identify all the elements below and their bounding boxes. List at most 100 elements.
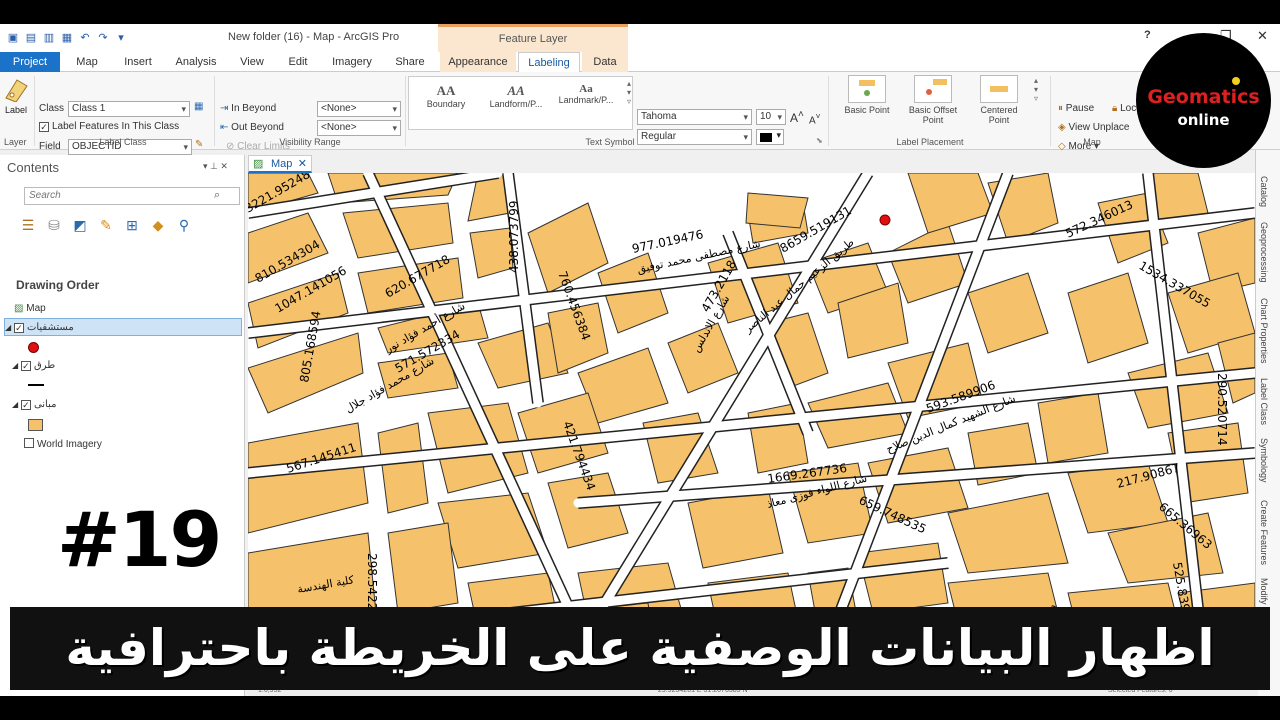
class-dropdown[interactable]: Class 1 xyxy=(68,101,190,117)
undo-icon[interactable]: ↶ xyxy=(78,31,92,45)
max-scale-dropdown[interactable]: <None> xyxy=(317,120,401,136)
pane-tab-catalog[interactable]: Catalog xyxy=(1259,176,1269,207)
placement-basic-offset-point[interactable]: Basic Offset Point xyxy=(904,75,962,125)
gallery-scroll-icon[interactable]: ▴ ▾ ▿ xyxy=(627,79,631,106)
pane-tab-geoprocessing[interactable]: Geoprocessing xyxy=(1259,222,1269,283)
layer-buildings[interactable]: ◢ ✓ مبانى xyxy=(12,396,56,414)
decrease-font-icon[interactable]: A˅ xyxy=(809,111,821,126)
more-icon: ◇ xyxy=(1058,141,1066,152)
print-icon[interactable]: ▦ xyxy=(60,31,74,45)
building-polygon[interactable] xyxy=(967,272,1049,354)
save-icon[interactable]: ▥ xyxy=(42,31,56,45)
tab-insert[interactable]: Insert xyxy=(112,52,164,72)
min-scale-dropdown[interactable]: <None> xyxy=(317,101,401,117)
text-symbol-gallery: AA Boundary AA Landform/P... Aa Landmark/P.… xyxy=(408,76,633,130)
checkbox-checked-icon: ✓ xyxy=(39,122,49,132)
map-label-number: 290.520714 xyxy=(1215,373,1229,446)
tab-imagery[interactable]: Imagery xyxy=(322,52,382,72)
hospital-symbol xyxy=(28,342,39,353)
contents-search-input[interactable]: Search xyxy=(24,187,240,205)
tab-view[interactable]: View xyxy=(228,52,276,72)
building-polygon[interactable] xyxy=(887,222,969,304)
list-by-drawing-order-icon[interactable]: ☰ xyxy=(18,215,38,235)
tab-edit[interactable]: Edit xyxy=(276,52,320,72)
tab-map[interactable]: Map xyxy=(62,52,112,72)
pause-button[interactable]: ⏸ Pause xyxy=(1058,103,1094,114)
style-landform[interactable]: AA Landform/P... xyxy=(481,83,551,109)
drawing-order-heading: Drawing Order xyxy=(16,278,100,292)
pause-icon: ⏸ xyxy=(1058,103,1063,114)
pane-tab-create-features[interactable]: Create Features xyxy=(1259,500,1269,565)
map-label-number: 438.073799 xyxy=(507,200,521,273)
label-button[interactable]: Label xyxy=(2,76,30,115)
tab-data[interactable]: Data xyxy=(582,52,628,72)
list-by-selection-icon[interactable]: ◩ xyxy=(70,215,90,235)
tab-appearance[interactable]: Appearance xyxy=(440,52,516,72)
list-by-snapping-icon[interactable]: ⊞ xyxy=(122,215,142,235)
increase-font-icon[interactable]: A˄ xyxy=(790,109,804,125)
label-features-checkbox[interactable]: ✓ Label Features In This Class xyxy=(39,121,179,132)
customize-icon[interactable]: ▾ xyxy=(114,31,128,45)
redo-icon[interactable]: ↷ xyxy=(96,31,110,45)
placement-basic-point[interactable]: Basic Point xyxy=(838,75,896,115)
close-tab-icon[interactable]: ✕ xyxy=(298,156,307,172)
dialog-launcher-icon[interactable]: ⬊ xyxy=(816,136,823,145)
hospital-marker[interactable] xyxy=(879,214,891,226)
building-polygon[interactable] xyxy=(387,522,459,614)
quick-access-toolbar: ▣ ▤ ▥ ▦ ↶ ↷ ▾ xyxy=(6,31,128,45)
color-swatch xyxy=(760,133,772,142)
layer-checkbox[interactable] xyxy=(24,438,34,448)
building-symbol xyxy=(28,419,43,431)
view-unplaced-button[interactable]: ◈ View Unplace xyxy=(1058,122,1129,133)
separator xyxy=(214,76,215,146)
building-polygon[interactable] xyxy=(857,542,949,614)
building-polygon[interactable] xyxy=(907,173,994,234)
map-view-tab[interactable]: ▨ Map ✕ xyxy=(248,155,312,173)
tab-analysis[interactable]: Analysis xyxy=(166,52,226,72)
building-polygon[interactable] xyxy=(248,422,369,534)
contents-toolbar: ☰ ⛁ ◩ ✎ ⊞ ◆ ⚲ xyxy=(18,215,194,235)
in-beyond-button[interactable]: ⇥ In Beyond xyxy=(220,103,276,114)
placement-centered-point[interactable]: Centered Point xyxy=(970,75,1028,125)
building-polygon[interactable] xyxy=(377,422,429,514)
building-polygon[interactable] xyxy=(1037,392,1109,464)
layer-checkbox[interactable]: ✓ xyxy=(20,400,31,410)
tab-share[interactable]: Share xyxy=(384,52,436,72)
pane-options-icon[interactable]: ▾ ⊥ ✕ xyxy=(203,161,228,172)
list-by-source-icon[interactable]: ⛁ xyxy=(44,215,64,235)
tab-labeling[interactable]: Labeling xyxy=(518,52,580,73)
layer-hospitals[interactable]: ◢ ✓ مستشفيات xyxy=(4,318,242,336)
text-color-picker[interactable]: ▾ xyxy=(756,129,784,145)
list-by-labeling-icon[interactable]: ◆ xyxy=(148,215,168,235)
lock-icon: 🔒︎ xyxy=(1112,103,1118,114)
layer-roads[interactable]: ◢ ✓ طرق xyxy=(12,357,55,375)
open-icon[interactable]: ▤ xyxy=(24,31,38,45)
pane-tab-symbology[interactable]: Symbology xyxy=(1259,438,1269,483)
font-dropdown[interactable]: Tahoma xyxy=(637,109,752,125)
lock-button[interactable]: 🔒︎ Loc xyxy=(1112,103,1136,114)
style-boundary[interactable]: AA Boundary xyxy=(411,83,481,109)
list-by-editing-icon[interactable]: ✎ xyxy=(96,215,116,235)
building-polygon[interactable] xyxy=(745,192,809,229)
help-icon[interactable]: ? xyxy=(1144,29,1151,41)
expression-icon[interactable]: ✎ xyxy=(195,139,203,150)
pane-tab-chart-properties[interactable]: Chart Properties xyxy=(1259,298,1269,364)
style-landmark[interactable]: Aa Landmark/P... xyxy=(551,83,621,105)
layer-checkbox[interactable]: ✓ xyxy=(20,361,31,371)
tab-project[interactable]: Project xyxy=(0,52,60,72)
map-node[interactable]: ▨ Map xyxy=(14,300,46,318)
placement-scroll-icon[interactable]: ▴ ▾ ▿ xyxy=(1034,76,1038,103)
title-banner: اظهار البيانات الوصفية على الخريطة باحتر… xyxy=(10,607,1270,690)
list-by-perspective-icon[interactable]: ⚲ xyxy=(174,215,194,235)
layer-checkbox[interactable]: ✓ xyxy=(13,323,24,333)
new-project-icon[interactable]: ▣ xyxy=(6,31,20,45)
search-icon[interactable]: ⌕ xyxy=(214,189,220,202)
font-size-dropdown[interactable]: 10 xyxy=(756,109,786,125)
building-polygon[interactable] xyxy=(1067,272,1149,364)
out-beyond-button[interactable]: ⇤ Out Beyond xyxy=(220,122,284,133)
zoom-out-beyond-icon: ⇤ xyxy=(220,122,229,133)
sql-icon[interactable]: ▦ xyxy=(194,101,203,112)
pane-tab-label-class[interactable]: Label Class xyxy=(1259,378,1269,425)
layer-world-imagery[interactable]: World Imagery xyxy=(24,436,102,454)
close-icon[interactable]: ✕ xyxy=(1257,28,1268,44)
